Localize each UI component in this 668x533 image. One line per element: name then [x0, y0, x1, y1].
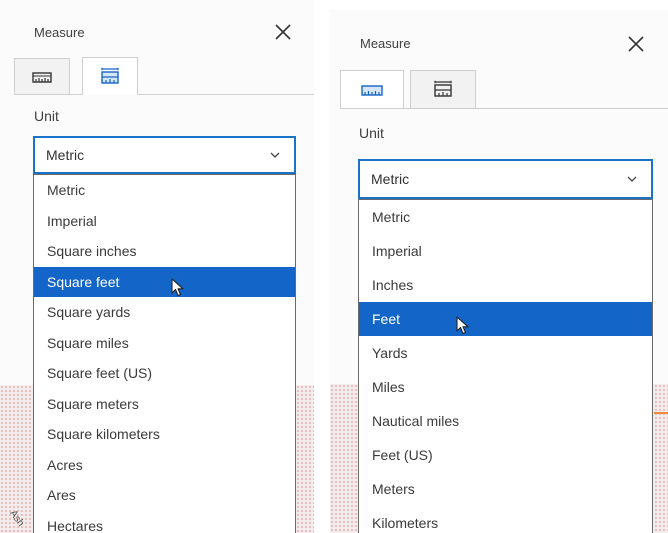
- tab-strip-line: [340, 108, 668, 109]
- unit-option[interactable]: Inches: [359, 268, 652, 302]
- unit-option[interactable]: Ares: [34, 480, 295, 511]
- unit-option[interactable]: Square feet (US): [34, 358, 295, 389]
- unit-option[interactable]: Hectares: [34, 511, 295, 533]
- unit-option[interactable]: Miles: [359, 370, 652, 404]
- unit-option[interactable]: Meters: [359, 472, 652, 506]
- map-road-label: Ash: [7, 508, 27, 529]
- unit-options-list: Metric Imperial Inches Feet Yards Miles Nautic…: [358, 199, 653, 533]
- area-ruler-icon: [101, 67, 119, 84]
- unit-option[interactable]: Square inches: [34, 236, 295, 267]
- ruler-icon: [361, 84, 383, 96]
- unit-label: Unit: [34, 108, 59, 124]
- area-ruler-icon: [434, 80, 452, 97]
- map-line: [654, 412, 668, 414]
- mouse-pointer-icon: [456, 316, 469, 335]
- unit-select[interactable]: Metric: [358, 159, 653, 199]
- unit-option[interactable]: Square kilometers: [34, 419, 295, 450]
- unit-option[interactable]: Yards: [359, 336, 652, 370]
- unit-option[interactable]: Square feet: [34, 266, 295, 297]
- ruler-icon: [32, 71, 52, 83]
- unit-option[interactable]: Metric: [34, 175, 295, 206]
- unit-option[interactable]: Feet (US): [359, 438, 652, 472]
- measure-panel-area: Ash Measure Unit Metric Metric Imperial Sq…: [0, 0, 314, 533]
- measure-panel-distance: Measure Unit Metric Metric Imperial Inches…: [330, 10, 668, 533]
- tab-area[interactable]: [410, 70, 476, 108]
- unit-select[interactable]: Metric: [33, 136, 296, 174]
- close-icon[interactable]: [627, 35, 645, 53]
- unit-option[interactable]: Imperial: [34, 206, 295, 237]
- chevron-down-icon: [270, 152, 280, 158]
- mouse-pointer-icon: [171, 278, 184, 297]
- unit-option[interactable]: Feet: [359, 302, 652, 336]
- unit-option[interactable]: Metric: [359, 200, 652, 234]
- panel-title: Measure: [34, 25, 85, 40]
- unit-options-list: Metric Imperial Square inches Square feet Sq…: [33, 174, 296, 533]
- unit-select-value: Metric: [371, 171, 410, 187]
- unit-select-value: Metric: [46, 147, 85, 163]
- unit-option[interactable]: Nautical miles: [359, 404, 652, 438]
- unit-option[interactable]: Acres: [34, 450, 295, 481]
- unit-option[interactable]: Square miles: [34, 328, 295, 359]
- unit-label: Unit: [359, 125, 384, 141]
- panel-title: Measure: [360, 36, 411, 51]
- unit-option[interactable]: Imperial: [359, 234, 652, 268]
- unit-option[interactable]: Square meters: [34, 389, 295, 420]
- tab-distance[interactable]: [340, 70, 404, 108]
- unit-option[interactable]: Square yards: [34, 297, 295, 328]
- tab-strip-line: [14, 94, 314, 95]
- unit-option[interactable]: Kilometers: [359, 506, 652, 533]
- close-icon[interactable]: [274, 23, 292, 41]
- chevron-down-icon: [627, 176, 637, 182]
- tab-distance[interactable]: [14, 58, 70, 94]
- tab-area[interactable]: [82, 57, 138, 95]
